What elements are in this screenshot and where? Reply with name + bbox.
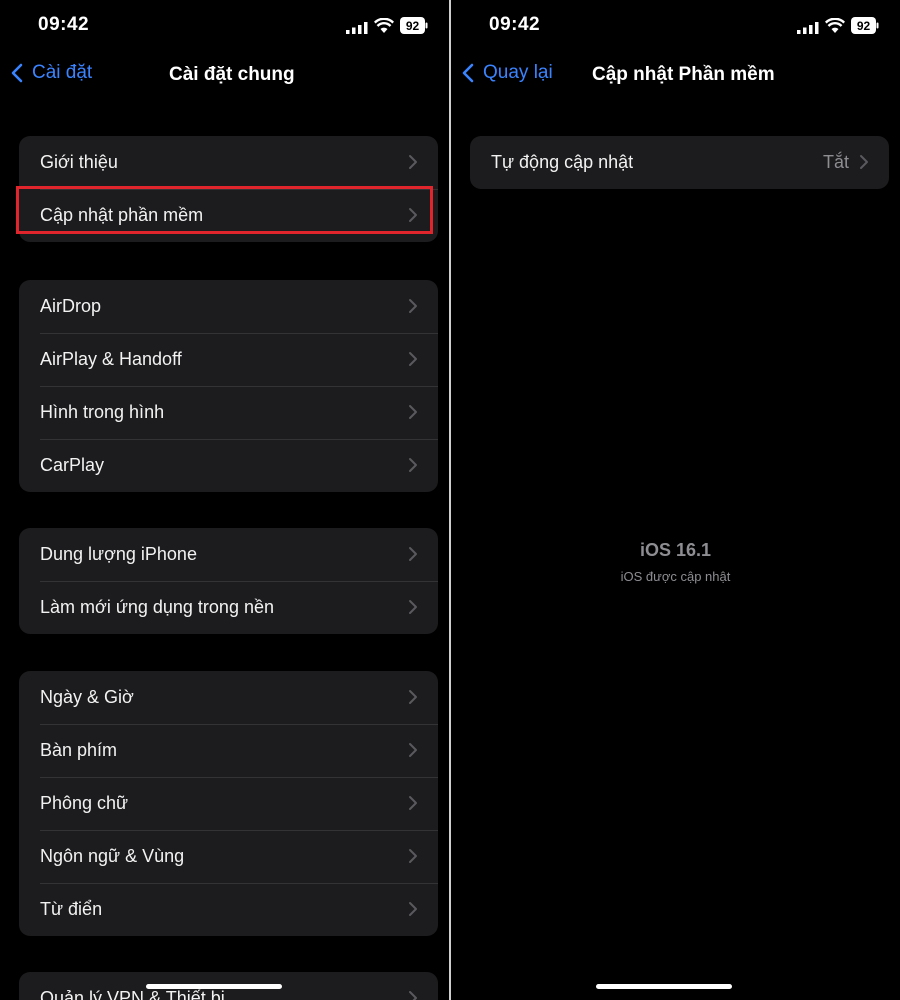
battery-icon: 92 [851, 17, 879, 34]
chevron-right-icon [409, 796, 417, 810]
settings-item-date-time[interactable]: Ngày & Giờ [19, 671, 438, 724]
chevron-left-icon [11, 63, 23, 83]
chevron-right-icon [409, 352, 417, 366]
general-settings-screen: 09:42 92 Cài đặt Cài đặt chung Giới thiệ… [0, 0, 449, 1000]
chevron-right-icon [409, 405, 417, 419]
battery-level: 92 [857, 19, 871, 33]
item-label: Dung lượng iPhone [40, 544, 197, 564]
cellular-signal-icon [797, 22, 819, 34]
settings-item-airdrop[interactable]: AirDrop [19, 280, 438, 333]
chevron-right-icon [409, 690, 417, 704]
settings-group-2: AirDrop AirPlay & Handoff Hình trong hìn… [19, 280, 438, 492]
page-title: Cập nhật Phần mềm [592, 64, 775, 85]
automatic-updates-item[interactable]: Tự động cập nhật Tắt [470, 136, 889, 189]
item-label: Hình trong hình [40, 402, 165, 422]
chevron-right-icon [409, 208, 417, 222]
settings-item-dictionary[interactable]: Từ điển [19, 883, 438, 936]
settings-item-keyboard[interactable]: Bàn phím [19, 724, 438, 777]
home-indicator[interactable] [596, 984, 732, 989]
chevron-right-icon [409, 849, 417, 863]
item-label: Quản lý VPN & Thiết bị [40, 988, 225, 1000]
item-label: AirPlay & Handoff [40, 349, 182, 369]
battery-icon: 92 [400, 17, 428, 34]
item-label: Phông chữ [40, 793, 129, 813]
back-label: Cài đặt [32, 62, 93, 83]
back-label: Quay lại [483, 62, 553, 83]
status-bar: 09:42 92 [0, 14, 449, 40]
item-label: Cập nhật phần mềm [40, 205, 204, 225]
item-label: Tự động cập nhật [491, 152, 634, 172]
item-label: Làm mới ứng dụng trong nền [40, 597, 274, 617]
ios-version: iOS 16.1 [639, 540, 712, 560]
settings-item-language-region[interactable]: Ngôn ngữ & Vùng [19, 830, 438, 883]
item-label: AirDrop [40, 296, 102, 316]
battery-level: 92 [406, 19, 420, 33]
back-button[interactable]: Quay lại [459, 62, 553, 84]
navigation-bar: Quay lại Cập nhật Phần mềm [451, 56, 900, 94]
settings-group-3: Dung lượng iPhone Làm mới ứng dụng trong… [19, 528, 438, 634]
settings-item-airplay-handoff[interactable]: AirPlay & Handoff [19, 333, 438, 386]
page-title: Cài đặt chung [169, 64, 295, 85]
chevron-right-icon [409, 155, 417, 169]
item-label: CarPlay [40, 455, 105, 475]
settings-item-software-update[interactable]: Cập nhật phần mềm [19, 189, 438, 242]
wifi-icon [825, 18, 845, 33]
home-indicator[interactable] [146, 984, 282, 989]
settings-item-iphone-storage[interactable]: Dung lượng iPhone [19, 528, 438, 581]
item-label: Ngôn ngữ & Vùng [40, 846, 185, 866]
item-label: Bàn phím [40, 740, 118, 760]
settings-item-background-refresh[interactable]: Làm mới ứng dụng trong nền [19, 581, 438, 634]
settings-item-fonts[interactable]: Phông chữ [19, 777, 438, 830]
settings-item-about[interactable]: Giới thiệu [19, 136, 438, 189]
chevron-left-icon [462, 63, 474, 83]
chevron-right-icon [409, 902, 417, 916]
chevron-right-icon [409, 299, 417, 313]
settings-item-carplay[interactable]: CarPlay [19, 439, 438, 492]
navigation-bar: Cài đặt Cài đặt chung [0, 56, 449, 94]
back-button[interactable]: Cài đặt [8, 62, 92, 84]
chevron-right-icon [860, 155, 868, 169]
settings-group-1: Giới thiệu Cập nhật phần mềm [19, 136, 438, 242]
chevron-right-icon [409, 458, 417, 472]
status-time: 09:42 [38, 14, 90, 35]
chevron-right-icon [409, 743, 417, 757]
chevron-right-icon [409, 547, 417, 561]
cellular-signal-icon [346, 22, 368, 34]
status-time: 09:42 [489, 14, 541, 35]
item-value: Tắt [822, 152, 849, 172]
auto-update-group: Tự động cập nhật Tắt [470, 136, 889, 189]
settings-item-picture-in-picture[interactable]: Hình trong hình [19, 386, 438, 439]
item-label: Ngày & Giờ [40, 687, 134, 707]
chevron-right-icon [409, 991, 417, 1000]
chevron-right-icon [409, 600, 417, 614]
item-label: Giới thiệu [40, 152, 118, 172]
update-status: iOS được cập nhật [620, 569, 731, 584]
software-update-screen: 09:42 92 Quay lại Cập nhật Phần mềm Tự đ… [451, 0, 900, 1000]
wifi-icon [374, 18, 394, 33]
status-bar: 09:42 92 [451, 14, 900, 40]
item-label: Từ điển [40, 899, 103, 919]
version-info: iOS 16.1 iOS được cập nhật [451, 540, 900, 584]
settings-group-4: Ngày & Giờ Bàn phím Phông chữ Ngôn ngữ &… [19, 671, 438, 936]
